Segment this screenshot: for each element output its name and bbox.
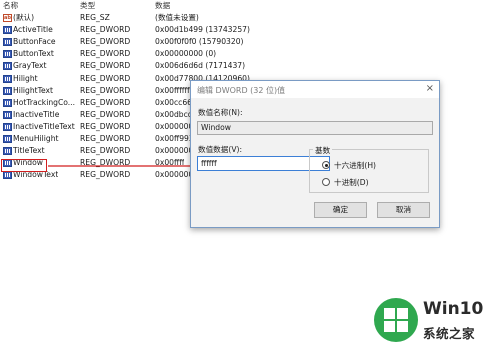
hex-radio-label[interactable]: 十六进制(H) [334, 160, 376, 171]
cell-data: 0x00ff993 [155, 134, 194, 143]
binary-value-icon [3, 26, 12, 35]
cell-type: REG_DWORD [80, 85, 131, 95]
cell-name: InactiveTitleText [13, 121, 75, 131]
close-icon[interactable]: × [426, 83, 434, 94]
cell-data: 0x00d1b499 (13743257) [155, 25, 250, 35]
cell-type: REG_DWORD [80, 170, 131, 180]
column-header-name[interactable]: 名称 [3, 0, 18, 11]
cell-type: REG_DWORD [80, 146, 131, 156]
binary-value-icon [3, 98, 12, 107]
base-legend: 基数 [313, 145, 333, 156]
windows-logo-icon [384, 308, 408, 332]
win10-watermark: Win10 系统之家 [371, 295, 500, 347]
cell-type: REG_DWORD [80, 61, 131, 71]
watermark-subtitle: 系统之家 [423, 326, 476, 341]
cell-type: REG_DWORD [80, 134, 131, 143]
dialog-title: 编辑 DWORD (32 位)值 [197, 86, 286, 95]
window-row-highlight-box [1, 159, 47, 172]
cell-type: REG_DWORD [80, 97, 131, 107]
cell-name: Hilight [13, 73, 38, 83]
binary-value-icon [3, 171, 12, 180]
table-row[interactable]: ButtonText REG_DWORD 0x00000000 (0) [0, 48, 500, 60]
cancel-button[interactable]: 取消 [377, 202, 430, 218]
decimal-radio[interactable] [322, 178, 330, 186]
value-name-label: 数值名称(N): [198, 108, 243, 117]
binary-value-icon [3, 122, 12, 131]
string-value-icon: ab [3, 14, 12, 22]
binary-value-icon [3, 135, 12, 143]
cell-data: 0x00dbcd [155, 109, 193, 119]
cell-type: REG_DWORD [80, 158, 131, 168]
column-header-type[interactable]: 类型 [80, 0, 95, 11]
cell-data: (数值未设置) [155, 13, 199, 22]
cell-name: MenuHilight [13, 134, 59, 143]
cell-name: HotTrackingCo... [13, 97, 76, 107]
cell-data: 0x00000000 (0) [155, 49, 217, 59]
cell-type: REG_DWORD [80, 49, 131, 59]
cell-type: REG_DWORD [80, 73, 131, 83]
dialog-title-bar[interactable]: 编辑 DWORD (32 位)值 × [191, 81, 439, 98]
binary-value-icon [3, 110, 12, 119]
cell-data: 0x00f0f0f0 (15790320) [155, 37, 244, 47]
cell-name: ActiveTitle [13, 25, 53, 35]
cell-data: 0x00ffff [155, 158, 185, 168]
binary-value-icon [3, 62, 12, 71]
watermark-title: Win10 [423, 299, 484, 319]
binary-value-icon [3, 50, 12, 59]
cell-data: 0x00ffffff [155, 85, 190, 95]
cell-name: ButtonFace [13, 37, 56, 47]
base-group: 基数 十六进制(H) 十进制(D) [309, 145, 429, 193]
decimal-radio-label[interactable]: 十进制(D) [334, 177, 369, 188]
binary-value-icon [3, 86, 12, 95]
cell-data: 0x006d6d6d (7171437) [155, 61, 246, 71]
ok-button[interactable]: 确定 [314, 202, 367, 218]
table-row[interactable]: ActiveTitle REG_DWORD 0x00d1b499 (13743257… [0, 24, 500, 36]
cell-type: REG_DWORD [80, 37, 131, 47]
value-data-label: 数值数据(V): [198, 145, 243, 154]
table-row[interactable]: ButtonFace REG_DWORD 0x00f0f0f0 (15790320) [0, 36, 500, 48]
edit-dword-dialog: 编辑 DWORD (32 位)值 × 数值名称(N): Window 数值数据(… [190, 80, 440, 228]
cell-name: HilightText [13, 85, 54, 95]
binary-value-icon [3, 74, 12, 83]
cell-name: InactiveTitle [13, 109, 60, 119]
cell-type: REG_SZ [80, 13, 110, 22]
value-name-field: Window [197, 121, 433, 135]
cell-type: REG_DWORD [80, 25, 131, 35]
cell-name: GrayText [13, 61, 47, 71]
cell-data: 0x000000 [155, 146, 194, 156]
hex-radio[interactable] [322, 161, 330, 169]
table-row[interactable]: ab (默认) REG_SZ (数值未设置) [0, 12, 500, 24]
cell-name: TitleText [13, 146, 45, 156]
binary-value-icon [3, 38, 12, 47]
binary-value-icon [3, 147, 12, 156]
cell-name: ButtonText [13, 49, 54, 59]
cell-name: (默认) [13, 13, 35, 22]
column-header-data[interactable]: 数据 [155, 0, 170, 11]
cell-type: REG_DWORD [80, 121, 131, 131]
cell-type: REG_DWORD [80, 109, 131, 119]
table-row[interactable]: GrayText REG_DWORD 0x006d6d6d (7171437) [0, 60, 500, 72]
cell-data: 0x000000 [155, 170, 194, 180]
cell-data: 0x00cc66 [155, 97, 193, 107]
cell-data: 0x000000 [155, 121, 194, 131]
